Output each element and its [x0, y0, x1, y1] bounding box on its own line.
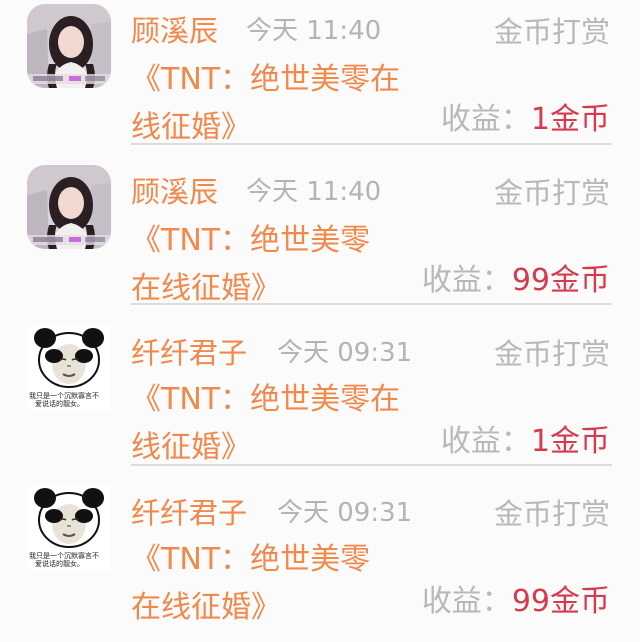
- income: 收益：1金币: [441, 100, 610, 140]
- timestamp: 今天 11:40: [246, 177, 382, 207]
- reward-record[interactable]: 顾溪辰 今天 11:40 金币打赏 《TNT：绝世美零 在线征婚》 收益：99金…: [0, 161, 640, 321]
- user-name[interactable]: 顾溪辰: [131, 12, 218, 50]
- income-label: 收益：: [421, 584, 512, 619]
- income-amount: 1金币: [530, 424, 610, 459]
- reward-type-label: 金币打赏: [493, 15, 610, 49]
- book-title-line-1: 《TNT：绝世美零在: [131, 382, 401, 417]
- reward-record[interactable]: 顾溪辰 今天 11:40 金币打赏 《TNT：绝世美零在 线征婚》 收益：1金币: [0, 0, 640, 160]
- book-title-line-1: 《TNT：绝世美零在: [131, 62, 401, 97]
- user-name[interactable]: 纤纤君子: [131, 334, 247, 372]
- user-name[interactable]: 顾溪辰: [131, 173, 218, 211]
- reward-list-screen: { "records": [ { "avatar_icon": "girl-ph…: [0, 0, 640, 626]
- income: 收益：99金币: [422, 261, 610, 301]
- income-label: 收益：: [440, 424, 531, 459]
- reward-type-label: 金币打赏: [493, 497, 610, 531]
- reward-type-label: 金币打赏: [493, 337, 610, 371]
- timestamp: 今天 11:40: [246, 16, 382, 46]
- income-amount: 1金币: [530, 102, 610, 137]
- panda-meme-avatar-icon[interactable]: 我只是一个沉默寡言不 爱说话的靓女。: [27, 486, 111, 570]
- income-amount: 99金币: [511, 584, 610, 619]
- divider: [131, 303, 612, 305]
- income: 收益：1金币: [441, 422, 610, 462]
- panda-meme-avatar-icon[interactable]: 我只是一个沉默寡言不 爱说话的靓女。: [27, 326, 111, 410]
- avatar-caption-line-2: 爱说话的靓女。: [35, 399, 84, 408]
- income-label: 收益：: [440, 102, 531, 137]
- book-title-line-1: 《TNT：绝世美零: [131, 223, 371, 258]
- user-name[interactable]: 纤纤君子: [131, 494, 247, 532]
- income: 收益：99金币: [422, 582, 610, 622]
- book-title-line-2: 在线征婚》: [131, 271, 281, 306]
- reward-record[interactable]: 我只是一个沉默寡言不 爱说话的靓女。 纤纤君子 今天 09:31 金币打赏 《T…: [0, 322, 640, 482]
- divider: [131, 143, 612, 145]
- income-label: 收益：: [421, 263, 512, 298]
- reward-type-label: 金币打赏: [493, 176, 610, 210]
- girl-photo-avatar-icon[interactable]: [27, 4, 111, 88]
- timestamp: 今天 09:31: [277, 338, 413, 368]
- avatar-caption-line-1: 我只是一个沉默寡言不: [29, 391, 99, 400]
- avatar-caption-line-2: 爱说话的靓女。: [35, 559, 84, 568]
- girl-photo-avatar-icon[interactable]: [27, 165, 111, 249]
- timestamp: 今天 09:31: [277, 498, 413, 528]
- reward-record[interactable]: 我只是一个沉默寡言不 爱说话的靓女。 纤纤君子 今天 09:31 金币打赏 《T…: [0, 482, 640, 642]
- avatar-caption-line-1: 我只是一个沉默寡言不: [29, 551, 99, 560]
- book-title-line-2: 在线征婚》: [131, 590, 281, 625]
- income-amount: 99金币: [511, 263, 610, 298]
- book-title-line-1: 《TNT：绝世美零: [131, 542, 371, 577]
- divider: [131, 464, 612, 466]
